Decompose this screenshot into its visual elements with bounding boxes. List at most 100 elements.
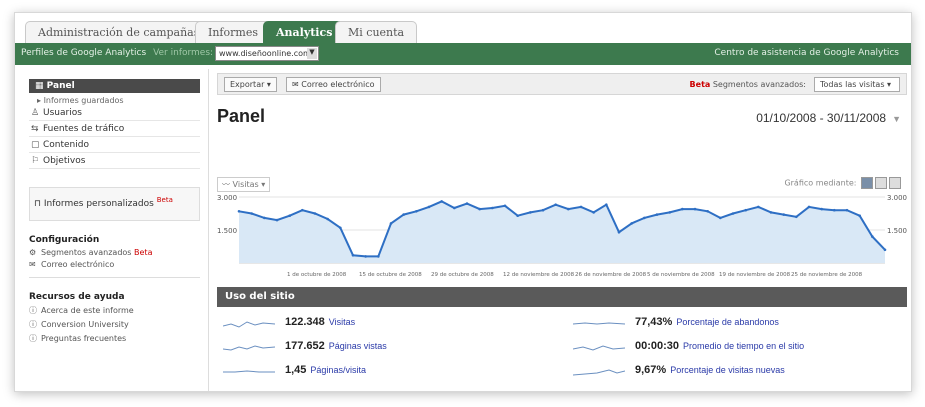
series-select-value: Visitas: [232, 180, 259, 189]
data-point: [288, 214, 291, 217]
custom-reports-box[interactable]: ⊓ Informes personalizados Beta: [29, 187, 200, 221]
data-point: [415, 210, 418, 213]
tab-reports[interactable]: Informes: [195, 21, 271, 43]
metric-label[interactable]: Visitas: [329, 317, 355, 327]
bar-chart-toggle[interactable]: [875, 177, 887, 189]
data-point: [693, 207, 697, 211]
tab-campaigns[interactable]: Administración de campañas: [25, 21, 213, 43]
tab-account[interactable]: Mi cuenta: [335, 21, 418, 43]
sidebar-item-traffic[interactable]: ⇆ Fuentes de tráfico: [29, 121, 200, 137]
metric-bounce-rate: 77,43% Porcentaje de abandonos: [573, 314, 903, 334]
data-point: [491, 206, 494, 210]
account-bar-left: Perfiles de Google Analytics Ver informe…: [21, 48, 213, 58]
sidebar-item-saved-reports[interactable]: ▸ Informes guardados: [37, 96, 208, 105]
x-tick-label: 25 de noviembre de 2008: [791, 272, 863, 278]
email-icon: ✉: [292, 80, 302, 89]
sidebar-item-label: Fuentes de tráfico: [43, 124, 125, 134]
data-point: [820, 207, 823, 211]
data-point: [567, 207, 570, 211]
x-tick-label: 26 de noviembre de 2008: [575, 272, 647, 278]
data-point: [858, 214, 861, 217]
x-tick-label: 5 de noviembre de 2008: [647, 272, 715, 278]
metric-value: 122.348 Visitas: [285, 316, 356, 328]
data-point: [237, 210, 241, 213]
data-point: [605, 203, 608, 206]
data-point: [630, 222, 633, 225]
metric-label[interactable]: Páginas/visita: [310, 365, 366, 375]
table-toggle[interactable]: [889, 177, 901, 189]
site-select[interactable]: www.diseñoonline.com ▼: [215, 46, 319, 61]
x-tick-label: 29 de octubre de 2008: [431, 272, 494, 278]
email-label: Correo electrónico: [301, 80, 375, 89]
data-point: [845, 208, 849, 212]
metric-label[interactable]: Páginas vistas: [329, 341, 387, 351]
data-point: [807, 205, 811, 209]
help-center-link[interactable]: Centro de asistencia de Google Analytics: [714, 48, 899, 58]
metric-pageviews: 177.652 Páginas vistas: [223, 338, 553, 358]
config-item-label: Correo electrónico: [41, 260, 115, 269]
line-chart-toggle[interactable]: [861, 177, 873, 189]
metric-visits: 122.348 Visitas: [223, 314, 553, 334]
date-range-picker[interactable]: 01/10/2008 - 30/11/2008 ▼: [756, 111, 901, 125]
segment-select[interactable]: Todas las visitas ▾: [814, 77, 900, 92]
data-point: [377, 255, 380, 258]
data-point: [883, 248, 887, 252]
data-point: [275, 218, 279, 222]
date-range-value: 01/10/2008 - 30/11/2008: [756, 111, 887, 125]
help-item-university[interactable]: ⓘ Conversion University: [29, 319, 208, 330]
metric-pages-per-visit: 1,45 Páginas/visita: [223, 362, 553, 382]
users-icon: ♙: [31, 108, 40, 118]
sidebar-item-users[interactable]: ♙ Usuarios: [29, 105, 200, 121]
data-point: [769, 211, 773, 214]
help-item-about[interactable]: ⓘ Acerca de este informe: [29, 305, 208, 316]
help-icon: ⓘ: [29, 334, 37, 343]
config-item-segments[interactable]: ⚙ Segmentos avanzados Beta: [29, 248, 208, 257]
chart-options: Gráfico mediante:: [784, 177, 901, 189]
metric-value: 77,43% Porcentaje de abandonos: [635, 316, 779, 328]
config-title: Configuración: [29, 235, 100, 245]
help-item-faq[interactable]: ⓘ Preguntas frecuentes: [29, 333, 208, 344]
traffic-icon: ⇆: [31, 124, 39, 134]
content-icon: ▢: [31, 140, 40, 150]
account-link[interactable]: Perfiles de Google Analytics: [21, 48, 146, 58]
data-point: [833, 208, 836, 212]
help-item-label: Conversion University: [41, 320, 129, 329]
metric-value: 9,67% Porcentaje de visitas nuevas: [635, 364, 785, 376]
line-chart-icon: 〰: [222, 180, 233, 189]
sidebar-item-goals[interactable]: ⚐ Objetivos: [29, 153, 200, 169]
data-point: [579, 205, 583, 209]
data-point: [389, 222, 393, 225]
data-point: [453, 206, 456, 210]
metric-label[interactable]: Porcentaje de visitas nuevas: [670, 365, 785, 375]
data-point: [516, 214, 519, 217]
email-button[interactable]: ✉ Correo electrónico: [286, 77, 381, 92]
sidebar-item-panel[interactable]: ▦ Panel: [29, 79, 200, 93]
metric-label[interactable]: Porcentaje de abandonos: [676, 317, 779, 327]
metric-value: 1,45 Páginas/visita: [285, 364, 366, 376]
metric-label[interactable]: Promedio de tiempo en el sitio: [683, 341, 804, 351]
help-title: Recursos de ayuda: [29, 292, 125, 302]
series-select[interactable]: 〰 Visitas ▾: [217, 177, 271, 192]
tab-analytics[interactable]: Analytics: [263, 21, 346, 43]
sidebar-item-content[interactable]: ▢ Contenido: [29, 137, 200, 153]
data-point: [503, 204, 507, 208]
divider: [29, 277, 200, 278]
data-point: [440, 200, 443, 203]
data-point: [351, 254, 355, 257]
config-item-email[interactable]: ✉ Correo electrónico: [29, 260, 208, 269]
data-point: [541, 208, 545, 212]
y-label-mid-right: 1.500: [887, 227, 907, 235]
data-point: [744, 208, 747, 212]
data-point: [795, 215, 798, 219]
sparkline: [223, 345, 275, 351]
sparkline: [223, 370, 275, 373]
sidebar-item-label: Contenido: [43, 140, 89, 150]
metric-new-visits: 9,67% Porcentaje de visitas nuevas: [573, 362, 903, 382]
data-point: [643, 216, 646, 220]
app-window: Administración de campañas Informes Anal…: [14, 12, 912, 392]
data-point: [465, 202, 469, 205]
chevron-down-icon: ▼: [892, 114, 901, 124]
export-button[interactable]: Exportar ▾: [224, 77, 277, 92]
sidebar-item-label: Objetivos: [43, 156, 86, 166]
site-select-value: www.diseñoonline.com: [219, 49, 311, 58]
